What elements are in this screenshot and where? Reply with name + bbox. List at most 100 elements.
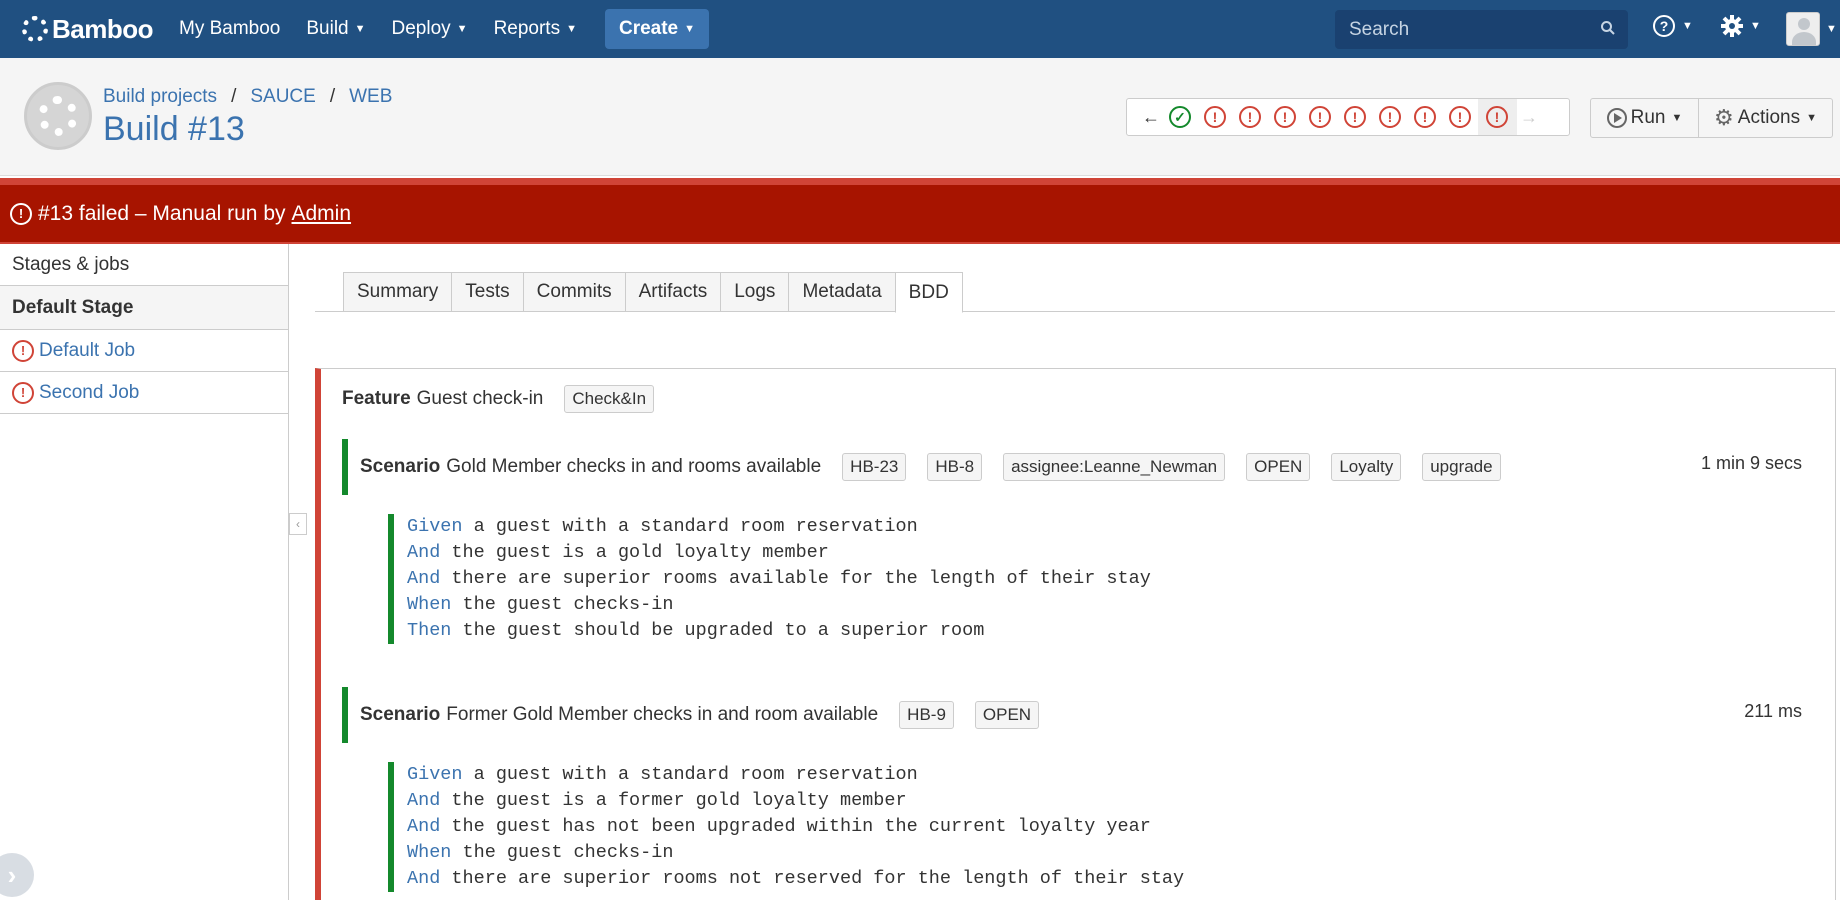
failed-icon[interactable]: ! xyxy=(1239,106,1261,128)
failed-icon[interactable]: ! xyxy=(1274,106,1296,128)
step-text: a guest with a standard room reservation xyxy=(462,764,918,785)
status-user-link[interactable]: Admin xyxy=(292,202,352,226)
sidebar-collapse-handle[interactable]: ‹ xyxy=(289,513,307,535)
nav-deploy-label: Deploy xyxy=(391,18,451,39)
scenario-tag: upgrade xyxy=(1422,453,1501,481)
step-line: When the guest checks-in xyxy=(407,840,1184,866)
scenario-name: Gold Member checks in and rooms availabl… xyxy=(446,456,822,477)
help-menu[interactable]: ? ▼ xyxy=(1652,14,1693,38)
step-text: the guest has not been upgraded within t… xyxy=(440,816,1151,837)
actions-label: Actions xyxy=(1737,107,1801,128)
nav-deploy[interactable]: Deploy ▼ xyxy=(392,18,468,40)
step-line: And the guest has not been upgraded with… xyxy=(407,814,1184,840)
step-keyword: Given xyxy=(407,764,463,785)
step-line: Given a guest with a standard room reser… xyxy=(407,514,1151,540)
bamboo-logo-icon xyxy=(22,16,48,42)
failed-icon: ! xyxy=(10,202,32,225)
caret-down-icon: ▼ xyxy=(354,23,366,35)
scenario-name: Former Gold Member checks in and room av… xyxy=(446,704,879,725)
gear-icon: ⚙ xyxy=(1714,105,1734,130)
step-text: the guest checks-in xyxy=(451,842,674,863)
caret-down-icon: ▼ xyxy=(1750,20,1761,32)
sidebar-item-label: Default Job xyxy=(39,339,136,361)
scenario-tag: Loyalty xyxy=(1331,453,1402,481)
caret-down-icon: ▼ xyxy=(1682,20,1693,32)
step-line: When the guest checks-in xyxy=(407,592,1151,618)
caret-down-icon: ▼ xyxy=(566,23,577,35)
caret-down-icon: ▼ xyxy=(1671,112,1683,124)
step-keyword: When xyxy=(407,842,452,863)
actions-button[interactable]: ⚙ Actions ▼ xyxy=(1698,98,1833,138)
logo-text: Bamboo xyxy=(52,13,154,44)
failed-icon: ! xyxy=(12,339,34,362)
nav-my-bamboo-label: My Bamboo xyxy=(179,18,281,39)
scenario-tag: OPEN xyxy=(974,701,1040,729)
step-keyword: And xyxy=(407,542,441,563)
step-keyword: When xyxy=(407,594,452,615)
failed-icon[interactable]: ! xyxy=(1486,106,1508,128)
scenario-header: Scenario Former Gold Member checks in an… xyxy=(342,687,1822,743)
failed-icon[interactable]: ! xyxy=(1449,106,1471,128)
search-icon[interactable] xyxy=(1600,20,1616,36)
failed-icon[interactable]: ! xyxy=(1309,106,1331,128)
nav-build-label: Build xyxy=(306,18,349,39)
search-input[interactable] xyxy=(1349,18,1589,41)
breadcrumb-separator: / xyxy=(329,86,336,107)
failed-icon: ! xyxy=(12,381,34,404)
tab-artifacts[interactable]: Artifacts xyxy=(624,272,721,312)
breadcrumb: Build projects / SAUCE / WEB xyxy=(103,86,392,108)
step-text: a guest with a standard room reservation xyxy=(462,516,918,537)
tab-bdd[interactable]: BDD xyxy=(894,272,963,313)
scenario-keyword: Scenario xyxy=(360,456,441,477)
tab-commits[interactable]: Commits xyxy=(522,272,625,312)
caret-down-icon: ▼ xyxy=(456,23,468,35)
sidebar-item-default-job[interactable]: ! Default Job xyxy=(0,330,288,372)
tab-metadata[interactable]: Metadata xyxy=(788,272,895,312)
step-keyword: And xyxy=(407,568,441,589)
scenario-header: Scenario Gold Member checks in and rooms… xyxy=(342,439,1822,495)
tab-tests[interactable]: Tests xyxy=(451,272,523,312)
avatar xyxy=(1786,12,1820,46)
sidebar-item-second-job[interactable]: ! Second Job xyxy=(0,372,288,414)
failed-icon[interactable]: ! xyxy=(1344,106,1366,128)
scenario-tag: assignee:Leanne_Newman xyxy=(1003,453,1226,481)
help-icon: ? xyxy=(1653,15,1675,37)
tab-logs[interactable]: Logs xyxy=(720,272,789,312)
create-button[interactable]: Create ▼ xyxy=(604,9,710,49)
caret-down-icon: ▼ xyxy=(1806,112,1817,124)
step-keyword: Then xyxy=(407,620,452,641)
step-text: there are superior rooms available for t… xyxy=(440,568,1151,589)
breadcrumb-project[interactable]: SAUCE xyxy=(250,86,315,108)
top-nav: Bamboo My Bamboo Build ▼ Deploy ▼ Reports ▼… xyxy=(0,0,1840,58)
failed-icon[interactable]: ! xyxy=(1379,106,1401,128)
failed-icon[interactable]: ! xyxy=(1204,106,1226,128)
next-build-arrow-icon: → xyxy=(1520,106,1538,127)
run-button[interactable]: Run ▼ xyxy=(1590,98,1699,138)
scenario-steps: Given a guest with a standard room reser… xyxy=(388,514,1151,644)
breadcrumb-plan[interactable]: WEB xyxy=(349,86,392,108)
step-line: And there are superior rooms available f… xyxy=(407,566,1151,592)
previous-build-arrow-icon[interactable]: ← xyxy=(1139,107,1163,128)
tab-summary[interactable]: Summary xyxy=(343,272,452,312)
build-status-banner: ! #13 failed – Manual run by Admin xyxy=(0,178,1840,244)
nav-reports[interactable]: Reports ▼ xyxy=(494,18,577,40)
scenario-steps: Given a guest with a standard room reser… xyxy=(388,762,1184,892)
svg-text:?: ? xyxy=(1660,18,1669,34)
bamboo-logo[interactable]: Bamboo xyxy=(22,13,154,45)
scenario-duration: 1 min 9 secs xyxy=(1700,453,1802,473)
failed-icon[interactable]: ! xyxy=(1414,106,1436,128)
step-text: the guest is a gold loyalty member xyxy=(440,542,829,563)
scenario-tag: HB-9 xyxy=(899,701,954,729)
nav-my-bamboo[interactable]: My Bamboo xyxy=(179,18,280,40)
play-icon xyxy=(1606,108,1627,128)
scenario-duration: 211 ms xyxy=(1744,701,1802,721)
admin-menu[interactable]: ▼ xyxy=(1720,14,1761,38)
sidebar-item-label: Second Job xyxy=(39,381,140,403)
success-icon[interactable]: ✓ xyxy=(1169,106,1191,128)
breadcrumb-build-projects[interactable]: Build projects xyxy=(103,86,217,108)
result-tabs: Summary Tests Commits Artifacts Logs Met… xyxy=(343,272,963,313)
nav-build[interactable]: Build ▼ xyxy=(306,18,365,40)
user-menu[interactable]: ▼ xyxy=(1786,12,1837,46)
step-line: Given a guest with a standard room reser… xyxy=(407,762,1184,788)
step-text: there are superior rooms not reserved fo… xyxy=(440,868,1185,889)
